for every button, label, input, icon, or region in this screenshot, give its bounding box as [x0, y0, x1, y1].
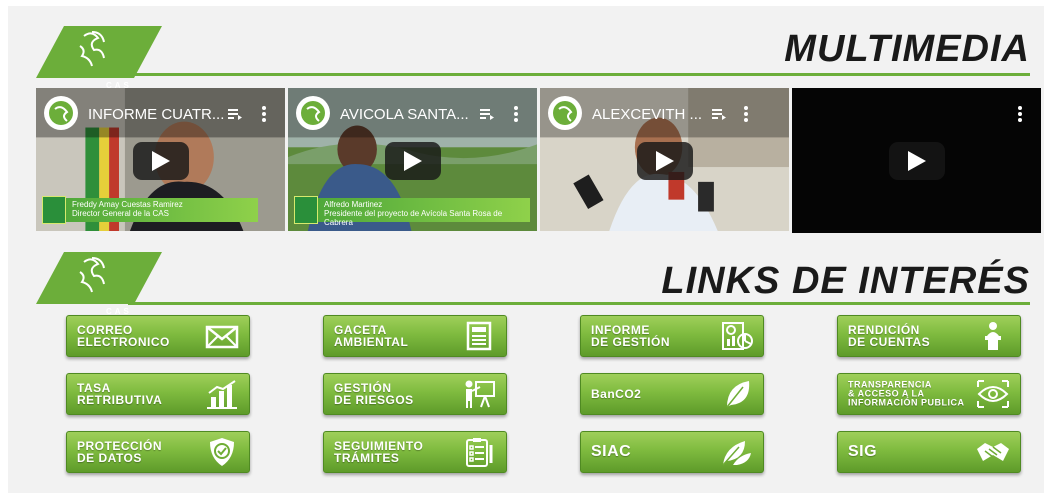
- video-embed-4[interactable]: [792, 88, 1041, 233]
- multimedia-divider: [128, 73, 1030, 76]
- more-options-icon[interactable]: [514, 106, 518, 122]
- handshake-icon: [976, 437, 1010, 467]
- link-rendicion-de-cuentas[interactable]: RENDICIÓN DE CUENTAS: [837, 315, 1021, 357]
- link-proteccion-de-datos[interactable]: PROTECCIÓN DE DATOS: [66, 431, 250, 473]
- link-banco2[interactable]: BanCO2: [580, 373, 764, 415]
- more-options-icon[interactable]: [1018, 106, 1022, 122]
- cas-logo[interactable]: CAS: [36, 252, 162, 316]
- cas-logo-shape-icon: [36, 26, 162, 78]
- video-title[interactable]: ALEXCEVITH ...: [592, 106, 702, 123]
- link-label: SIG: [848, 443, 878, 460]
- play-button[interactable]: [636, 141, 693, 180]
- playlist-add-icon[interactable]: [712, 108, 726, 120]
- multimedia-header: CAS MULTIMEDIA: [8, 6, 1044, 90]
- links-grid: CORREO ELECTRONICO GACETA AMBIENTAL INFO…: [66, 315, 1026, 475]
- link-label: SIAC: [591, 443, 632, 460]
- link-label: BanCO2: [591, 387, 642, 401]
- cas-avatar-icon: [49, 101, 73, 125]
- bar-chart-icon: [205, 379, 239, 409]
- cas-logo[interactable]: CAS: [36, 26, 162, 90]
- play-icon: [907, 150, 926, 171]
- cas-avatar-icon: [553, 101, 577, 125]
- playlist-add-icon[interactable]: [480, 108, 494, 120]
- play-button[interactable]: [888, 141, 945, 180]
- play-button[interactable]: [384, 141, 441, 180]
- video-embed-3[interactable]: ALEXCEVITH ...: [540, 88, 789, 233]
- link-tasa-retributiva[interactable]: TASA RETRIBUTIVA: [66, 373, 250, 415]
- lower-third-logo: [42, 196, 66, 224]
- multimedia-title: MULTIMEDIA: [784, 28, 1030, 70]
- links-title: LINKS DE INTERÉS: [661, 260, 1030, 302]
- link-label: GACETA AMBIENTAL: [334, 323, 409, 349]
- link-seguimiento-tramites[interactable]: SEGUIMIENTO TRÁMITES: [323, 431, 507, 473]
- envelope-icon: [205, 321, 239, 351]
- link-informe-de-gestion[interactable]: INFORME DE GESTIÓN: [580, 315, 764, 357]
- checklist-icon: [462, 437, 496, 467]
- video-row: INFORME CUATR... Freddy Amay Cuestas Ram…: [36, 88, 1041, 233]
- leaf-icon: [719, 379, 753, 409]
- lower-third-text: Freddy Amay Cuestas Ramirez Director Gen…: [66, 198, 258, 222]
- channel-avatar[interactable]: [44, 96, 78, 130]
- link-label: TASA RETRIBUTIVA: [77, 381, 163, 407]
- link-label: GESTIÓN DE RIESGOS: [334, 381, 414, 407]
- channel-avatar[interactable]: [296, 96, 330, 130]
- leaves-icon: [719, 437, 753, 467]
- link-label: SEGUIMIENTO TRÁMITES: [334, 439, 424, 465]
- newspaper-icon: [462, 321, 496, 351]
- lower-third-logo: [294, 196, 318, 224]
- channel-avatar[interactable]: [548, 96, 582, 130]
- more-options-icon[interactable]: [744, 106, 748, 122]
- podium-icon: [976, 321, 1010, 351]
- link-label: TRANSPARENCIA & ACCESO A LA INFORMACIÓN …: [848, 379, 965, 408]
- link-transparencia[interactable]: TRANSPARENCIA & ACCESO A LA INFORMACIÓN …: [837, 373, 1021, 415]
- video-title[interactable]: INFORME CUATR...: [88, 106, 224, 123]
- link-label: CORREO ELECTRONICO: [77, 323, 170, 349]
- play-icon: [403, 150, 422, 171]
- link-gestion-de-riesgos[interactable]: GESTIÓN DE RIESGOS: [323, 373, 507, 415]
- page-background: CAS MULTIMEDIA INFORME CUATR... Freddy A…: [8, 6, 1044, 493]
- link-correo-electronico[interactable]: CORREO ELECTRONICO: [66, 315, 250, 357]
- lower-third-text: Alfredo Martinez Presidente del proyecto…: [318, 198, 530, 227]
- cas-logo-shape-icon: [36, 252, 162, 304]
- link-label: INFORME DE GESTIÓN: [591, 323, 671, 349]
- link-siac[interactable]: SIAC: [580, 431, 764, 473]
- play-button[interactable]: [132, 141, 189, 180]
- link-sig[interactable]: SIG: [837, 431, 1021, 473]
- presenter-icon: [462, 379, 496, 409]
- more-options-icon[interactable]: [262, 106, 266, 122]
- video-embed-1[interactable]: INFORME CUATR... Freddy Amay Cuestas Ram…: [36, 88, 285, 233]
- lower-third-caption: Alfredo Martinez Presidente del proyecto…: [294, 196, 530, 227]
- video-title[interactable]: AVICOLA SANTA...: [340, 106, 469, 123]
- eye-icon: [976, 379, 1010, 409]
- play-icon: [151, 150, 170, 171]
- lower-third-caption: Freddy Amay Cuestas Ramirez Director Gen…: [42, 196, 258, 224]
- play-icon: [655, 150, 674, 171]
- shield-check-icon: [205, 437, 239, 467]
- link-label: PROTECCIÓN DE DATOS: [77, 439, 163, 465]
- link-label: RENDICIÓN DE CUENTAS: [848, 323, 931, 349]
- cas-avatar-icon: [301, 101, 325, 125]
- report-icon: [719, 321, 753, 351]
- video-embed-2[interactable]: AVICOLA SANTA... Alfredo Martinez Presid…: [288, 88, 537, 233]
- link-gaceta-ambiental[interactable]: GACETA AMBIENTAL: [323, 315, 507, 357]
- links-header: CAS LINKS DE INTERÉS: [8, 232, 1044, 316]
- playlist-add-icon[interactable]: [228, 108, 242, 120]
